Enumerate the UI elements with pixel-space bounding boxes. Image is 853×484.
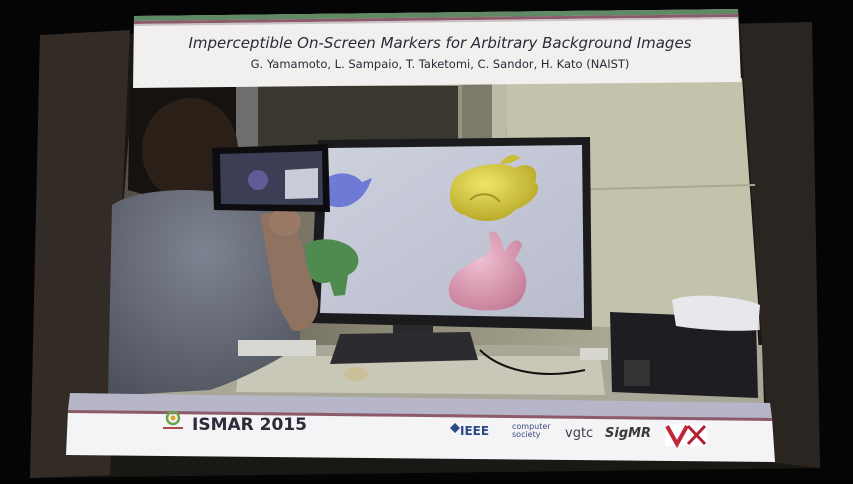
presentation-photo: Imperceptible On-Screen Markers for Arbi… <box>0 0 853 480</box>
white-bag <box>672 295 760 331</box>
sponsor-vgtc: vgtc <box>565 426 594 441</box>
keyboard <box>330 332 478 364</box>
slide-authors: G. Yamamoto, L. Sampaio, T. Taketomi, C.… <box>250 57 630 71</box>
conference-name: ISMAR 2015 <box>192 415 307 435</box>
sponsor-ieee: IEEE <box>460 424 490 438</box>
computer-mouse <box>344 367 368 381</box>
slide-footer <box>66 393 775 462</box>
slide-photo <box>108 78 764 404</box>
sponsor-computer-society: computer society <box>512 422 551 439</box>
vrsj-logo-icon <box>665 424 707 449</box>
sponsor-sigmr: SigMR <box>605 426 652 441</box>
tablet-device <box>212 144 330 212</box>
slide-title: Imperceptible On-Screen Markers for Arbi… <box>188 34 692 52</box>
